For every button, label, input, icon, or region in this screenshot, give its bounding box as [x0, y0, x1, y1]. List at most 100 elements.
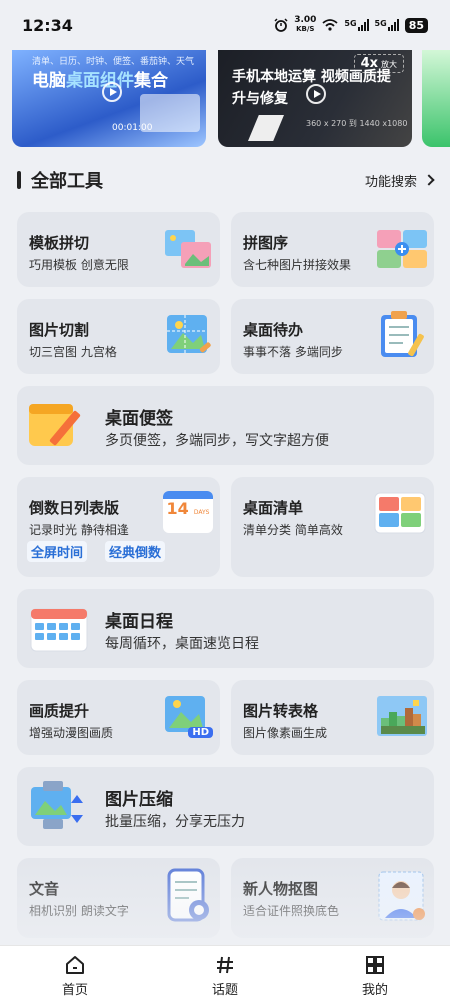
signal-bars-icon — [387, 19, 399, 31]
countdown-icon-unit: DAYS — [193, 509, 210, 516]
tool-card-text-speech[interactable]: 文音 相机识别 朗读文字 — [17, 858, 220, 938]
nav-home-label: 首页 — [61, 982, 88, 998]
tool-card-image-to-sheet[interactable]: 图片转表格 图片像素画生成 — [231, 680, 434, 755]
tool-subtitle: 每周循环，桌面速览日程 — [105, 636, 259, 652]
hd-badge-label: HD — [188, 727, 213, 738]
tool-card-portrait-cutout[interactable]: 新人物抠图 适合证件照换底色 — [231, 858, 434, 938]
banner-desktop-widgets[interactable]: 清单、日历、时钟、便签、番茄钟、天气 电脑桌面组件集合 00:01:00 — [12, 50, 206, 147]
nav-mine-label: 我的 — [361, 982, 388, 998]
battery-indicator: 85 — [404, 17, 428, 33]
arrow-shape-icon — [248, 115, 284, 141]
speed-unit: KB/S — [296, 25, 315, 33]
nav-mine[interactable]: 我的 — [300, 946, 450, 1005]
portrait-photo-icon — [378, 871, 425, 921]
tool-card-stitch[interactable]: 拼图序 含七种图片拼接效果 — [231, 212, 434, 287]
feature-search-link[interactable]: 功能搜索 — [364, 171, 435, 190]
compress-image-icon — [31, 781, 83, 829]
status-icons: 3.00 KB/S 5G 5G 85 — [274, 16, 428, 34]
template-collage-icon — [165, 230, 211, 268]
calendar-grid-icon — [30, 608, 88, 652]
banner-title-highlight: 桌面组件 — [66, 71, 134, 91]
tool-card-image-cut[interactable]: 图片切割 切三宫图 九宫格 — [17, 299, 220, 374]
tag-classic-countdown[interactable]: 经典倒数 — [105, 541, 166, 562]
play-icon[interactable] — [102, 82, 122, 102]
bottom-nav: 首页 话题 我的 — [0, 945, 450, 1005]
tool-card-desktop-todo[interactable]: 桌面待办 事事不落 多端同步 — [231, 299, 434, 374]
status-time: 12:34 — [22, 15, 73, 35]
tool-card-image-compress[interactable]: 图片压缩 批量压缩，分享无压力 — [17, 767, 434, 846]
banner-resolution: 360 x 270 到 1440 x1080 — [306, 119, 408, 128]
signal-bars-icon — [357, 19, 369, 31]
stitch-images-icon — [377, 230, 427, 268]
banner-next-peek[interactable] — [422, 50, 450, 147]
tool-title: 桌面待办 — [243, 321, 304, 339]
tool-card-countdown[interactable]: 倒数日列表版 记录时光 静待相逢 全屏时间 经典倒数 14 DAYS — [17, 477, 220, 577]
checklist-icon — [374, 492, 426, 534]
tool-subtitle: 多页便签，多端同步，写文字超方便 — [105, 433, 329, 449]
tool-title: 桌面日程 — [105, 612, 173, 632]
tool-subtitle: 批量压缩，分享无压力 — [105, 814, 245, 830]
banner-video-enhance[interactable]: 4x 放大 手机本地运算 视频画质提升与修复 360 x 270 到 1440 x… — [218, 50, 412, 147]
banner-title: 电脑桌面组件集合 — [32, 66, 168, 91]
home-icon — [66, 955, 84, 974]
tool-title: 文音 — [29, 880, 60, 898]
tool-title: 画质提升 — [29, 702, 90, 720]
tool-card-desktop-notes[interactable]: 桌面便签 多页便签，多端同步，写文字超方便 — [17, 386, 434, 465]
tool-title: 拼图序 — [243, 234, 289, 252]
chevron-right-icon — [423, 174, 435, 186]
sticky-note-icon — [29, 404, 81, 446]
tag-fullscreen-time[interactable]: 全屏时间 — [27, 541, 88, 562]
pixel-art-icon — [377, 696, 427, 736]
tool-subtitle: 事事不落 多端同步 — [243, 345, 343, 359]
tool-subtitle: 清单分类 简单高效 — [243, 523, 343, 537]
tool-title: 模板拼切 — [29, 234, 90, 252]
play-icon[interactable] — [306, 84, 326, 104]
tool-card-quality-enhance[interactable]: 画质提升 增强动漫图画质 HD — [17, 680, 220, 755]
tool-subtitle: 巧用模板 创意无限 — [29, 258, 129, 272]
tool-title: 新人物抠图 — [243, 880, 319, 898]
network-type-1: 5G — [344, 19, 357, 28]
tool-title: 图片切割 — [29, 321, 90, 339]
calendar-14-days-icon: 14 DAYS — [163, 491, 213, 533]
section-marker — [17, 171, 21, 189]
banner-title-part: 电脑 — [32, 71, 66, 91]
network-speed: 3.00 KB/S — [294, 16, 316, 34]
tool-subtitle: 适合证件照换底色 — [243, 904, 340, 918]
signal-1: 5G — [344, 19, 369, 31]
banner-title-part: 集合 — [134, 71, 168, 91]
status-bar: 12:34 3.00 KB/S 5G 5G 85 — [0, 0, 450, 50]
tool-subtitle: 含七种图片拼接效果 — [243, 258, 352, 272]
tool-subtitle: 相机识别 朗读文字 — [29, 904, 129, 918]
tool-card-template-split[interactable]: 模板拼切 巧用模板 创意无限 — [17, 212, 220, 287]
nav-topics[interactable]: 话题 — [150, 946, 300, 1005]
signal-2: 5G — [375, 19, 399, 31]
hashtag-icon — [217, 956, 233, 973]
tool-subtitle: 图片像素画生成 — [243, 726, 328, 740]
banner-clock: 00:01:00 — [112, 123, 153, 133]
tool-card-desktop-schedule[interactable]: 桌面日程 每周循环，桌面速览日程 — [17, 589, 434, 668]
speed-value: 3.00 — [294, 15, 317, 25]
clipboard-todo-icon — [381, 311, 424, 357]
section-title: 全部工具 — [31, 171, 103, 192]
banner-carousel[interactable]: 清单、日历、时钟、便签、番茄钟、天气 电脑桌面组件集合 00:01:00 4x 放… — [0, 50, 450, 147]
nav-home[interactable]: 首页 — [0, 946, 150, 1005]
feature-search-label: 功能搜索 — [364, 174, 417, 190]
tool-subtitle: 增强动漫图画质 — [29, 726, 114, 740]
tool-title: 桌面清单 — [243, 499, 304, 517]
tool-subtitle: 记录时光 静待相逢 — [29, 523, 129, 537]
tool-title: 倒数日列表版 — [29, 499, 120, 517]
tool-title: 桌面便签 — [105, 409, 173, 429]
alarm-icon — [274, 18, 288, 32]
section-header: 全部工具 功能搜索 — [17, 168, 435, 192]
countdown-icon-number: 14 — [166, 499, 189, 518]
network-type-2: 5G — [374, 19, 387, 28]
camera-read-icon — [167, 868, 209, 922]
image-cut-icon — [167, 315, 211, 353]
tool-title: 图片压缩 — [105, 790, 173, 810]
hd-image-icon: HD — [163, 692, 213, 742]
tool-subtitle: 切三宫图 九宫格 — [29, 345, 117, 359]
nav-topics-label: 话题 — [211, 982, 238, 998]
wifi-icon — [322, 19, 338, 31]
tool-card-desktop-list[interactable]: 桌面清单 清单分类 简单高效 — [231, 477, 434, 577]
grid-icon — [366, 955, 384, 974]
